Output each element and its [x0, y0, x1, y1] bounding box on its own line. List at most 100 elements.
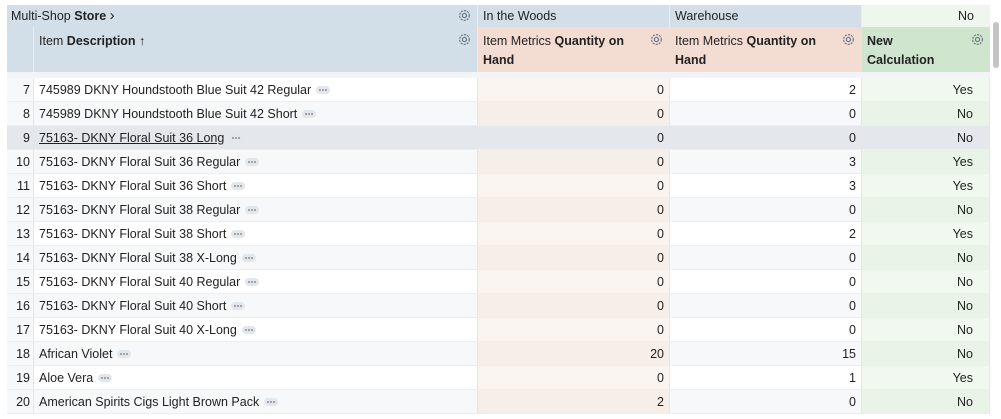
- new-calculation-cell[interactable]: Yes: [862, 150, 990, 174]
- quantity-on-hand-woods-cell[interactable]: 0: [478, 366, 670, 390]
- item-description[interactable]: 75163- DKNY Floral Suit 40 Regular: [39, 275, 240, 289]
- more-icon[interactable]: [245, 205, 260, 214]
- new-calculation-cell[interactable]: Yes: [862, 366, 990, 390]
- item-description[interactable]: American Spirits Cigs Light Brown Pack: [39, 395, 259, 409]
- quantity-on-hand-warehouse-cell[interactable]: 0: [670, 270, 862, 294]
- quantity-on-hand-woods-cell[interactable]: 0: [478, 150, 670, 174]
- new-calculation-cell[interactable]: Yes: [862, 222, 990, 246]
- quantity-on-hand-warehouse-cell[interactable]: 2: [670, 78, 862, 102]
- quantity-on-hand-woods-cell[interactable]: 0: [478, 270, 670, 294]
- quantity-on-hand-warehouse-cell[interactable]: 3: [670, 150, 862, 174]
- more-icon[interactable]: [241, 325, 256, 334]
- more-icon[interactable]: [302, 109, 317, 118]
- item-description[interactable]: Aloe Vera: [39, 371, 93, 385]
- more-icon[interactable]: [245, 157, 260, 166]
- quantity-on-hand-warehouse-cell[interactable]: 0: [670, 390, 862, 414]
- more-icon[interactable]: [264, 397, 279, 406]
- new-calculation-cell[interactable]: No: [862, 270, 990, 294]
- table-row[interactable]: 11 75163- DKNY Floral Suit 36 Short 0 3 Yes: [7, 174, 990, 198]
- more-icon[interactable]: [245, 277, 260, 286]
- quantity-on-hand-warehouse-cell[interactable]: 0: [670, 318, 862, 342]
- sort-ascending-icon[interactable]: ↑: [139, 34, 145, 48]
- item-description-cell[interactable]: American Spirits Cigs Light Brown Pack: [34, 390, 478, 414]
- quantity-on-hand-woods-cell[interactable]: 20: [478, 342, 670, 366]
- item-description-cell[interactable]: African Violet: [34, 342, 478, 366]
- more-icon[interactable]: [231, 181, 246, 190]
- item-description[interactable]: 745989 DKNY Houndstooth Blue Suit 42 Sho…: [39, 107, 297, 121]
- item-description-cell[interactable]: 75163- DKNY Floral Suit 38 Regular: [34, 198, 478, 222]
- table-row[interactable]: 20 American Spirits Cigs Light Brown Pack…: [7, 390, 990, 414]
- item-description-cell[interactable]: 75163- DKNY Floral Suit 36 Long: [34, 126, 478, 150]
- table-row[interactable]: 16 75163- DKNY Floral Suit 40 Short 0 0 No: [7, 294, 990, 318]
- item-description[interactable]: 75163- DKNY Floral Suit 36 Short: [39, 179, 226, 193]
- gear-icon[interactable]: [457, 8, 472, 23]
- quantity-on-hand-woods-cell[interactable]: 0: [478, 126, 670, 150]
- quantity-on-hand-warehouse-cell[interactable]: 2: [670, 222, 862, 246]
- item-description[interactable]: 75163- DKNY Floral Suit 36 Long: [39, 131, 224, 145]
- more-icon[interactable]: [229, 133, 244, 142]
- item-description-cell[interactable]: 745989 DKNY Houndstooth Blue Suit 42 Sho…: [34, 102, 478, 126]
- table-row[interactable]: 14 75163- DKNY Floral Suit 38 X-Long 0 0 No: [7, 246, 990, 270]
- quantity-on-hand-woods-cell[interactable]: 0: [478, 294, 670, 318]
- quantity-on-hand-warehouse-cell[interactable]: 0: [670, 294, 862, 318]
- column-header-quantity-on-hand-woods[interactable]: Item Metrics Quantity on Hand: [478, 27, 670, 72]
- more-icon[interactable]: [231, 229, 246, 238]
- header-store-warehouse[interactable]: Warehouse: [670, 5, 862, 27]
- quantity-on-hand-woods-cell[interactable]: 0: [478, 222, 670, 246]
- table-row[interactable]: 8 745989 DKNY Houndstooth Blue Suit 42 Sh…: [7, 102, 990, 126]
- table-row[interactable]: 7 745989 DKNY Houndstooth Blue Suit 42 Re…: [7, 78, 990, 102]
- table-row[interactable]: 9 75163- DKNY Floral Suit 36 Long 0 0 No: [7, 126, 990, 150]
- column-header-new-calculation[interactable]: New Calculation: [862, 27, 990, 72]
- item-description-cell[interactable]: 75163- DKNY Floral Suit 40 Short: [34, 294, 478, 318]
- vertical-scrollbar[interactable]: [991, 0, 1001, 419]
- item-description[interactable]: African Violet: [39, 347, 112, 361]
- quantity-on-hand-woods-cell[interactable]: 0: [478, 102, 670, 126]
- chevron-right-icon[interactable]: ›: [110, 7, 115, 24]
- table-row[interactable]: 17 75163- DKNY Floral Suit 40 X-Long 0 0 No: [7, 318, 990, 342]
- item-description[interactable]: 75163- DKNY Floral Suit 36 Regular: [39, 155, 240, 169]
- new-calculation-cell[interactable]: No: [862, 294, 990, 318]
- table-row[interactable]: 12 75163- DKNY Floral Suit 38 Regular 0 0 No: [7, 198, 990, 222]
- new-calculation-cell[interactable]: No: [862, 390, 990, 414]
- item-description-cell[interactable]: 75163- DKNY Floral Suit 38 Short: [34, 222, 478, 246]
- new-calculation-cell[interactable]: No: [862, 198, 990, 222]
- quantity-on-hand-woods-cell[interactable]: 0: [478, 198, 670, 222]
- new-calculation-cell[interactable]: No: [862, 126, 990, 150]
- new-calculation-cell[interactable]: No: [862, 102, 990, 126]
- more-icon[interactable]: [241, 253, 256, 262]
- new-calculation-cell[interactable]: No: [862, 342, 990, 366]
- item-description-cell[interactable]: 75163- DKNY Floral Suit 40 X-Long: [34, 318, 478, 342]
- item-description-cell[interactable]: 75163- DKNY Floral Suit 38 X-Long: [34, 246, 478, 270]
- item-description[interactable]: 75163- DKNY Floral Suit 38 Short: [39, 227, 226, 241]
- new-calculation-cell[interactable]: No: [862, 318, 990, 342]
- more-icon[interactable]: [117, 349, 132, 358]
- item-description[interactable]: 75163- DKNY Floral Suit 40 X-Long: [39, 323, 237, 337]
- quantity-on-hand-warehouse-cell[interactable]: 0: [670, 102, 862, 126]
- quantity-on-hand-woods-cell[interactable]: 0: [478, 318, 670, 342]
- more-icon[interactable]: [98, 373, 113, 382]
- quantity-on-hand-woods-cell[interactable]: 0: [478, 78, 670, 102]
- item-description[interactable]: 75163- DKNY Floral Suit 40 Short: [39, 299, 226, 313]
- quantity-on-hand-woods-cell[interactable]: 0: [478, 174, 670, 198]
- new-calculation-cell[interactable]: Yes: [862, 78, 990, 102]
- gear-icon[interactable]: [970, 32, 985, 47]
- new-calculation-cell[interactable]: No: [862, 246, 990, 270]
- quantity-on-hand-woods-cell[interactable]: 0: [478, 246, 670, 270]
- item-description[interactable]: 745989 DKNY Houndstooth Blue Suit 42 Reg…: [39, 83, 311, 97]
- table-row[interactable]: 18 African Violet 20 15 No: [7, 342, 990, 366]
- quantity-on-hand-warehouse-cell[interactable]: 1: [670, 366, 862, 390]
- quantity-on-hand-warehouse-cell[interactable]: 0: [670, 198, 862, 222]
- header-store-in-the-woods[interactable]: In the Woods: [478, 5, 670, 27]
- new-calculation-cell[interactable]: Yes: [862, 174, 990, 198]
- item-description-cell[interactable]: Aloe Vera: [34, 366, 478, 390]
- item-description[interactable]: 75163- DKNY Floral Suit 38 Regular: [39, 203, 240, 217]
- table-row[interactable]: 15 75163- DKNY Floral Suit 40 Regular 0 0 No: [7, 270, 990, 294]
- more-icon[interactable]: [316, 85, 331, 94]
- quantity-on-hand-woods-cell[interactable]: 2: [478, 390, 670, 414]
- item-description-cell[interactable]: 75163- DKNY Floral Suit 40 Regular: [34, 270, 478, 294]
- gear-icon[interactable]: [841, 32, 856, 47]
- item-description-cell[interactable]: 75163- DKNY Floral Suit 36 Regular: [34, 150, 478, 174]
- header-group-multi-shop[interactable]: Multi-Shop Store ›: [7, 5, 478, 27]
- scrollbar-thumb[interactable]: [993, 22, 999, 68]
- table-row[interactable]: 10 75163- DKNY Floral Suit 36 Regular 0 3 Ye…: [7, 150, 990, 174]
